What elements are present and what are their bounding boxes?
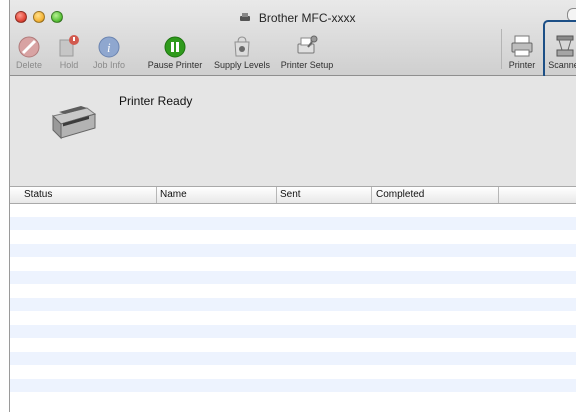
table-row[interactable] [10, 270, 576, 284]
table-row[interactable] [10, 378, 576, 392]
table-row[interactable] [10, 230, 576, 244]
table-row[interactable] [10, 284, 576, 298]
column-divider[interactable] [371, 187, 372, 203]
column-header-completed[interactable]: Completed [376, 189, 424, 200]
svg-text:i: i [107, 40, 111, 55]
window-title-text: Brother MFC-xxxx [258, 11, 356, 25]
printer-status-text: Printer Ready [119, 94, 193, 108]
printer-icon [511, 35, 533, 57]
hold-label: Hold [59, 60, 79, 70]
jobs-table-body[interactable] [10, 203, 576, 412]
printer-small-icon [239, 12, 251, 26]
window-title: Brother MFC-xxxx [10, 11, 576, 26]
scanner-highlight-frame [543, 20, 576, 80]
printer-status-area: Printer Ready [10, 76, 576, 186]
column-divider[interactable] [276, 187, 277, 203]
pause-icon [164, 36, 186, 58]
supply-levels-button[interactable]: Supply Levels [212, 30, 272, 70]
table-row[interactable] [10, 297, 576, 311]
info-icon: i [98, 36, 120, 58]
supply-levels-icon [234, 36, 250, 57]
pause-printer-label: Pause Printer [147, 60, 203, 70]
delete-button[interactable]: Delete [14, 30, 44, 70]
column-divider[interactable] [498, 187, 499, 203]
job-info-label: Job Info [92, 60, 126, 70]
printer-setup-button[interactable]: Printer Setup [278, 30, 336, 70]
table-row[interactable] [10, 392, 576, 406]
toolbar: Brother MFC-xxxx Delete Hold i Job Info … [10, 0, 576, 80]
printer-tab-button[interactable]: Printer [506, 30, 538, 70]
column-header-sent[interactable]: Sent [280, 189, 301, 200]
table-row[interactable] [10, 216, 576, 230]
toolbar-separator [501, 29, 502, 69]
table-row[interactable] [10, 365, 576, 379]
table-row[interactable] [10, 257, 576, 271]
printer-queue-window: Brother MFC-xxxx Delete Hold i Job Info … [9, 0, 576, 412]
table-row[interactable] [10, 203, 576, 217]
table-row[interactable] [10, 351, 576, 365]
column-header-status[interactable]: Status [24, 189, 52, 200]
jobs-table-header: Status Name Sent Completed [10, 186, 576, 204]
column-header-name[interactable]: Name [160, 189, 187, 200]
table-row[interactable] [10, 324, 576, 338]
hold-button[interactable]: Hold [56, 30, 82, 70]
delete-label: Delete [15, 60, 42, 70]
printer-setup-label: Printer Setup [280, 60, 334, 70]
table-row[interactable] [10, 338, 576, 352]
hold-icon [59, 35, 79, 57]
job-info-button[interactable]: i Job Info [90, 30, 128, 70]
printer-device-image [47, 94, 97, 147]
supply-levels-label: Supply Levels [213, 60, 271, 70]
printer-tab-label: Printer [508, 60, 536, 70]
column-divider[interactable] [156, 187, 157, 203]
table-row[interactable] [10, 311, 576, 325]
delete-icon [18, 36, 40, 58]
printer-setup-icon [297, 35, 318, 54]
table-row[interactable] [10, 243, 576, 257]
pause-printer-button[interactable]: Pause Printer [146, 30, 204, 70]
